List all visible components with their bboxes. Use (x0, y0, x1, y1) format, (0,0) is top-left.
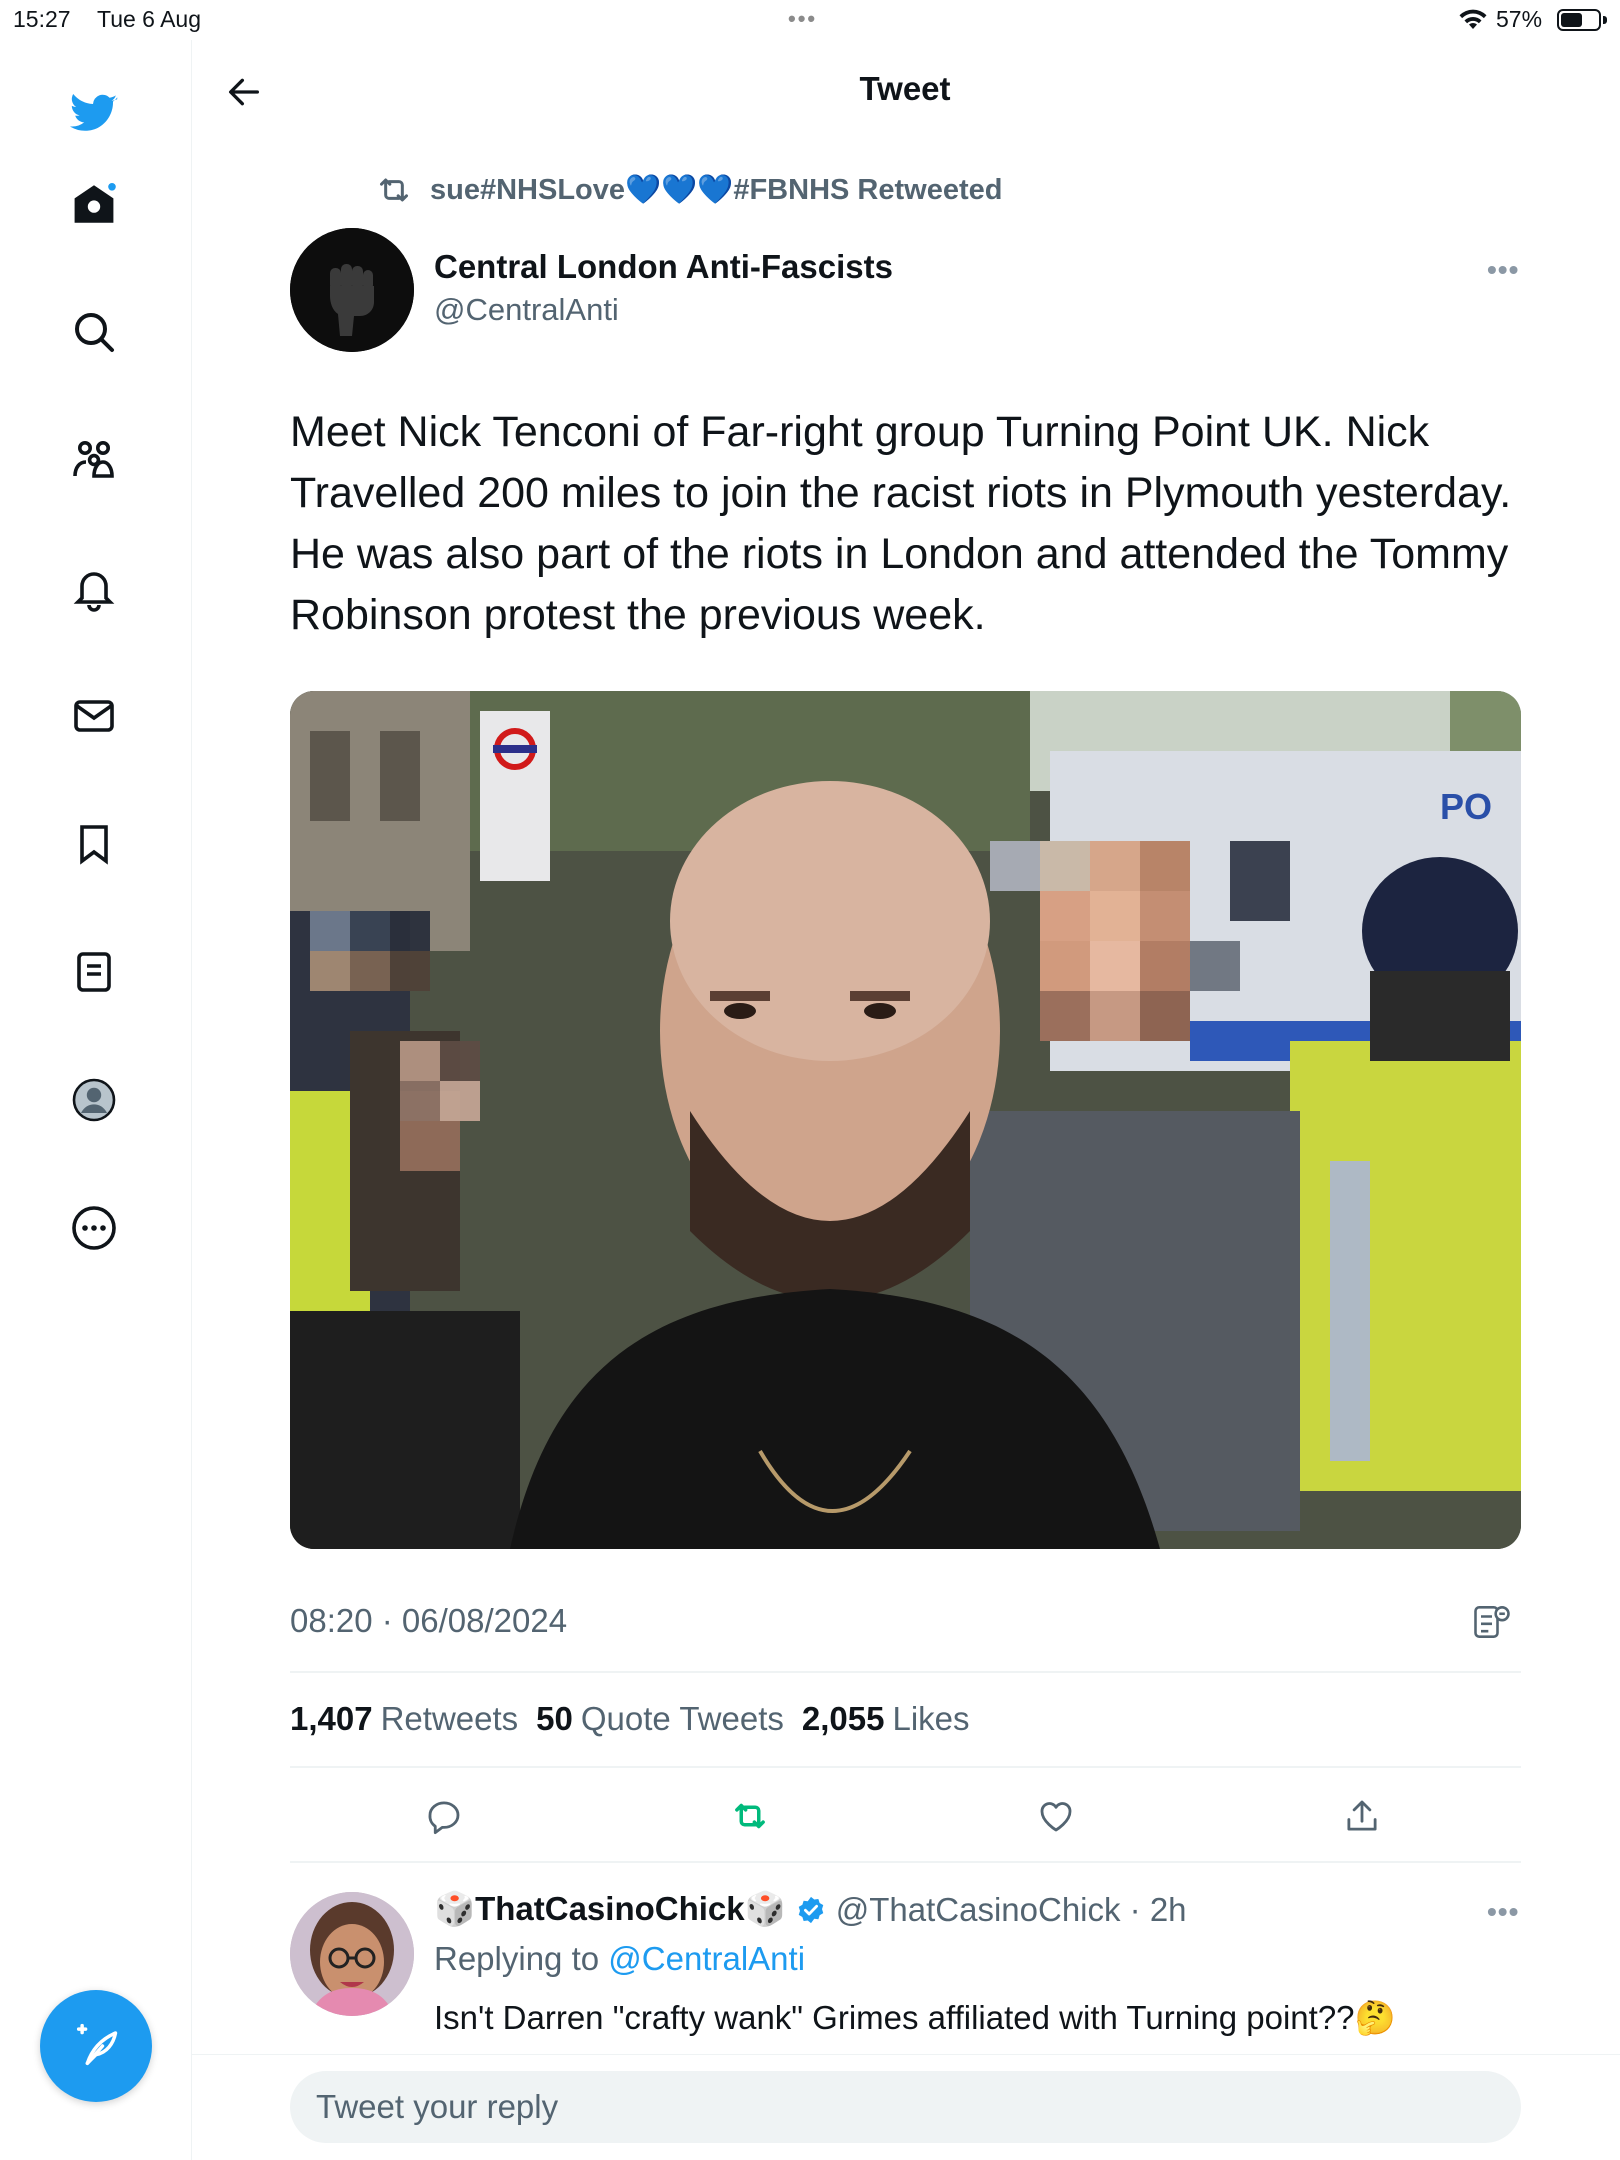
tweet-timestamp[interactable]: 08:20 · 06/08/2024 (290, 1602, 567, 1640)
lists-icon[interactable] (66, 944, 122, 1000)
quote-tweets-stat[interactable]: 50 Quote Tweets (536, 1700, 784, 1738)
twitter-logo-icon[interactable] (66, 86, 122, 142)
retweet-icon (380, 178, 408, 202)
wifi-icon (1458, 9, 1488, 37)
replying-to-link[interactable]: @CentralAnti (608, 1940, 805, 1977)
reply-author-handle[interactable]: @ThatCasinoChick · 2h (836, 1891, 1187, 1929)
reply-avatar-image (290, 1892, 414, 2016)
like-button[interactable] (1032, 1792, 1080, 1840)
analytics-icon[interactable] (1470, 1600, 1514, 1644)
compose-feather-icon (76, 2023, 118, 2066)
tweet-photo-image: PO (290, 691, 1521, 1549)
messages-icon[interactable] (66, 688, 122, 744)
reply-header: 🎲ThatCasinoChick🎲 @ThatCasinoChick · 2h (434, 1890, 1187, 1929)
status-date: Tue 6 Aug (97, 6, 202, 32)
heart-icon (1040, 1802, 1072, 1832)
raised-fist-logo (290, 228, 414, 352)
back-button[interactable] (220, 68, 268, 116)
share-icon (1347, 1800, 1377, 1831)
home-icon[interactable] (66, 176, 122, 232)
retweet-icon-active (735, 1803, 765, 1829)
divider (290, 1766, 1521, 1768)
page-title: Tweet (859, 70, 951, 107)
more-icon[interactable] (66, 1200, 122, 1256)
communities-icon[interactable] (66, 432, 122, 488)
share-button[interactable] (1338, 1792, 1386, 1840)
tweet-text: Meet Nick Tenconi of Far-right group Tur… (290, 408, 1512, 639)
reply-more-options-button[interactable]: ••• (1487, 1896, 1519, 1928)
divider (290, 1861, 1521, 1863)
tweet-photo[interactable]: PO (290, 691, 1521, 1549)
reply-input[interactable] (290, 2071, 1521, 2143)
van-text: PO (1440, 786, 1492, 827)
tweet-more-options-button[interactable]: ••• (1487, 254, 1519, 286)
profile-icon[interactable] (66, 1072, 122, 1128)
divider (290, 1671, 1521, 1673)
reply-author-avatar[interactable] (290, 1892, 414, 2016)
battery-icon (1557, 9, 1601, 31)
multitask-dots[interactable]: ••• (788, 6, 817, 32)
reply-icon (428, 1801, 460, 1835)
tweet-stats: 1,407 Retweets 50 Quote Tweets 2,055 Likes (290, 1700, 970, 1738)
reply-button[interactable] (420, 1792, 468, 1840)
verified-badge-icon (798, 1896, 823, 1923)
replying-to-line: Replying to @CentralAnti (434, 1940, 806, 1977)
battery-percent: 57% (1496, 6, 1543, 32)
compose-tweet-button[interactable] (40, 1990, 152, 2102)
author-handle[interactable]: @CentralAnti (434, 292, 619, 328)
notifications-icon[interactable] (66, 560, 122, 616)
reply-text: Isn't Darren "crafty wank" Grimes affili… (434, 1999, 1396, 2036)
retweeted-by-line[interactable]: sue#NHSLove💙💙💙#FBNHS Retweeted (374, 170, 1002, 210)
bookmarks-icon[interactable] (66, 816, 122, 872)
back-arrow-icon (229, 78, 259, 106)
likes-stat[interactable]: 2,055 Likes (802, 1700, 970, 1738)
status-time: 15:27 (13, 6, 71, 32)
retweeted-by-text: sue#NHSLove💙💙💙#FBNHS Retweeted (430, 174, 1003, 206)
retweets-stat[interactable]: 1,407 Retweets (290, 1700, 518, 1738)
search-icon[interactable] (66, 304, 122, 360)
sidebar-nav (0, 40, 192, 2160)
reply-composer-bar (192, 2054, 1620, 2160)
author-name[interactable]: Central London Anti-Fascists (434, 248, 893, 286)
reply-author-name[interactable]: 🎲ThatCasinoChick🎲 (434, 1890, 786, 1929)
retweet-button[interactable] (726, 1792, 774, 1840)
author-avatar[interactable] (290, 228, 414, 352)
status-bar: 15:27 Tue 6 Aug ••• 57% (0, 0, 1620, 40)
